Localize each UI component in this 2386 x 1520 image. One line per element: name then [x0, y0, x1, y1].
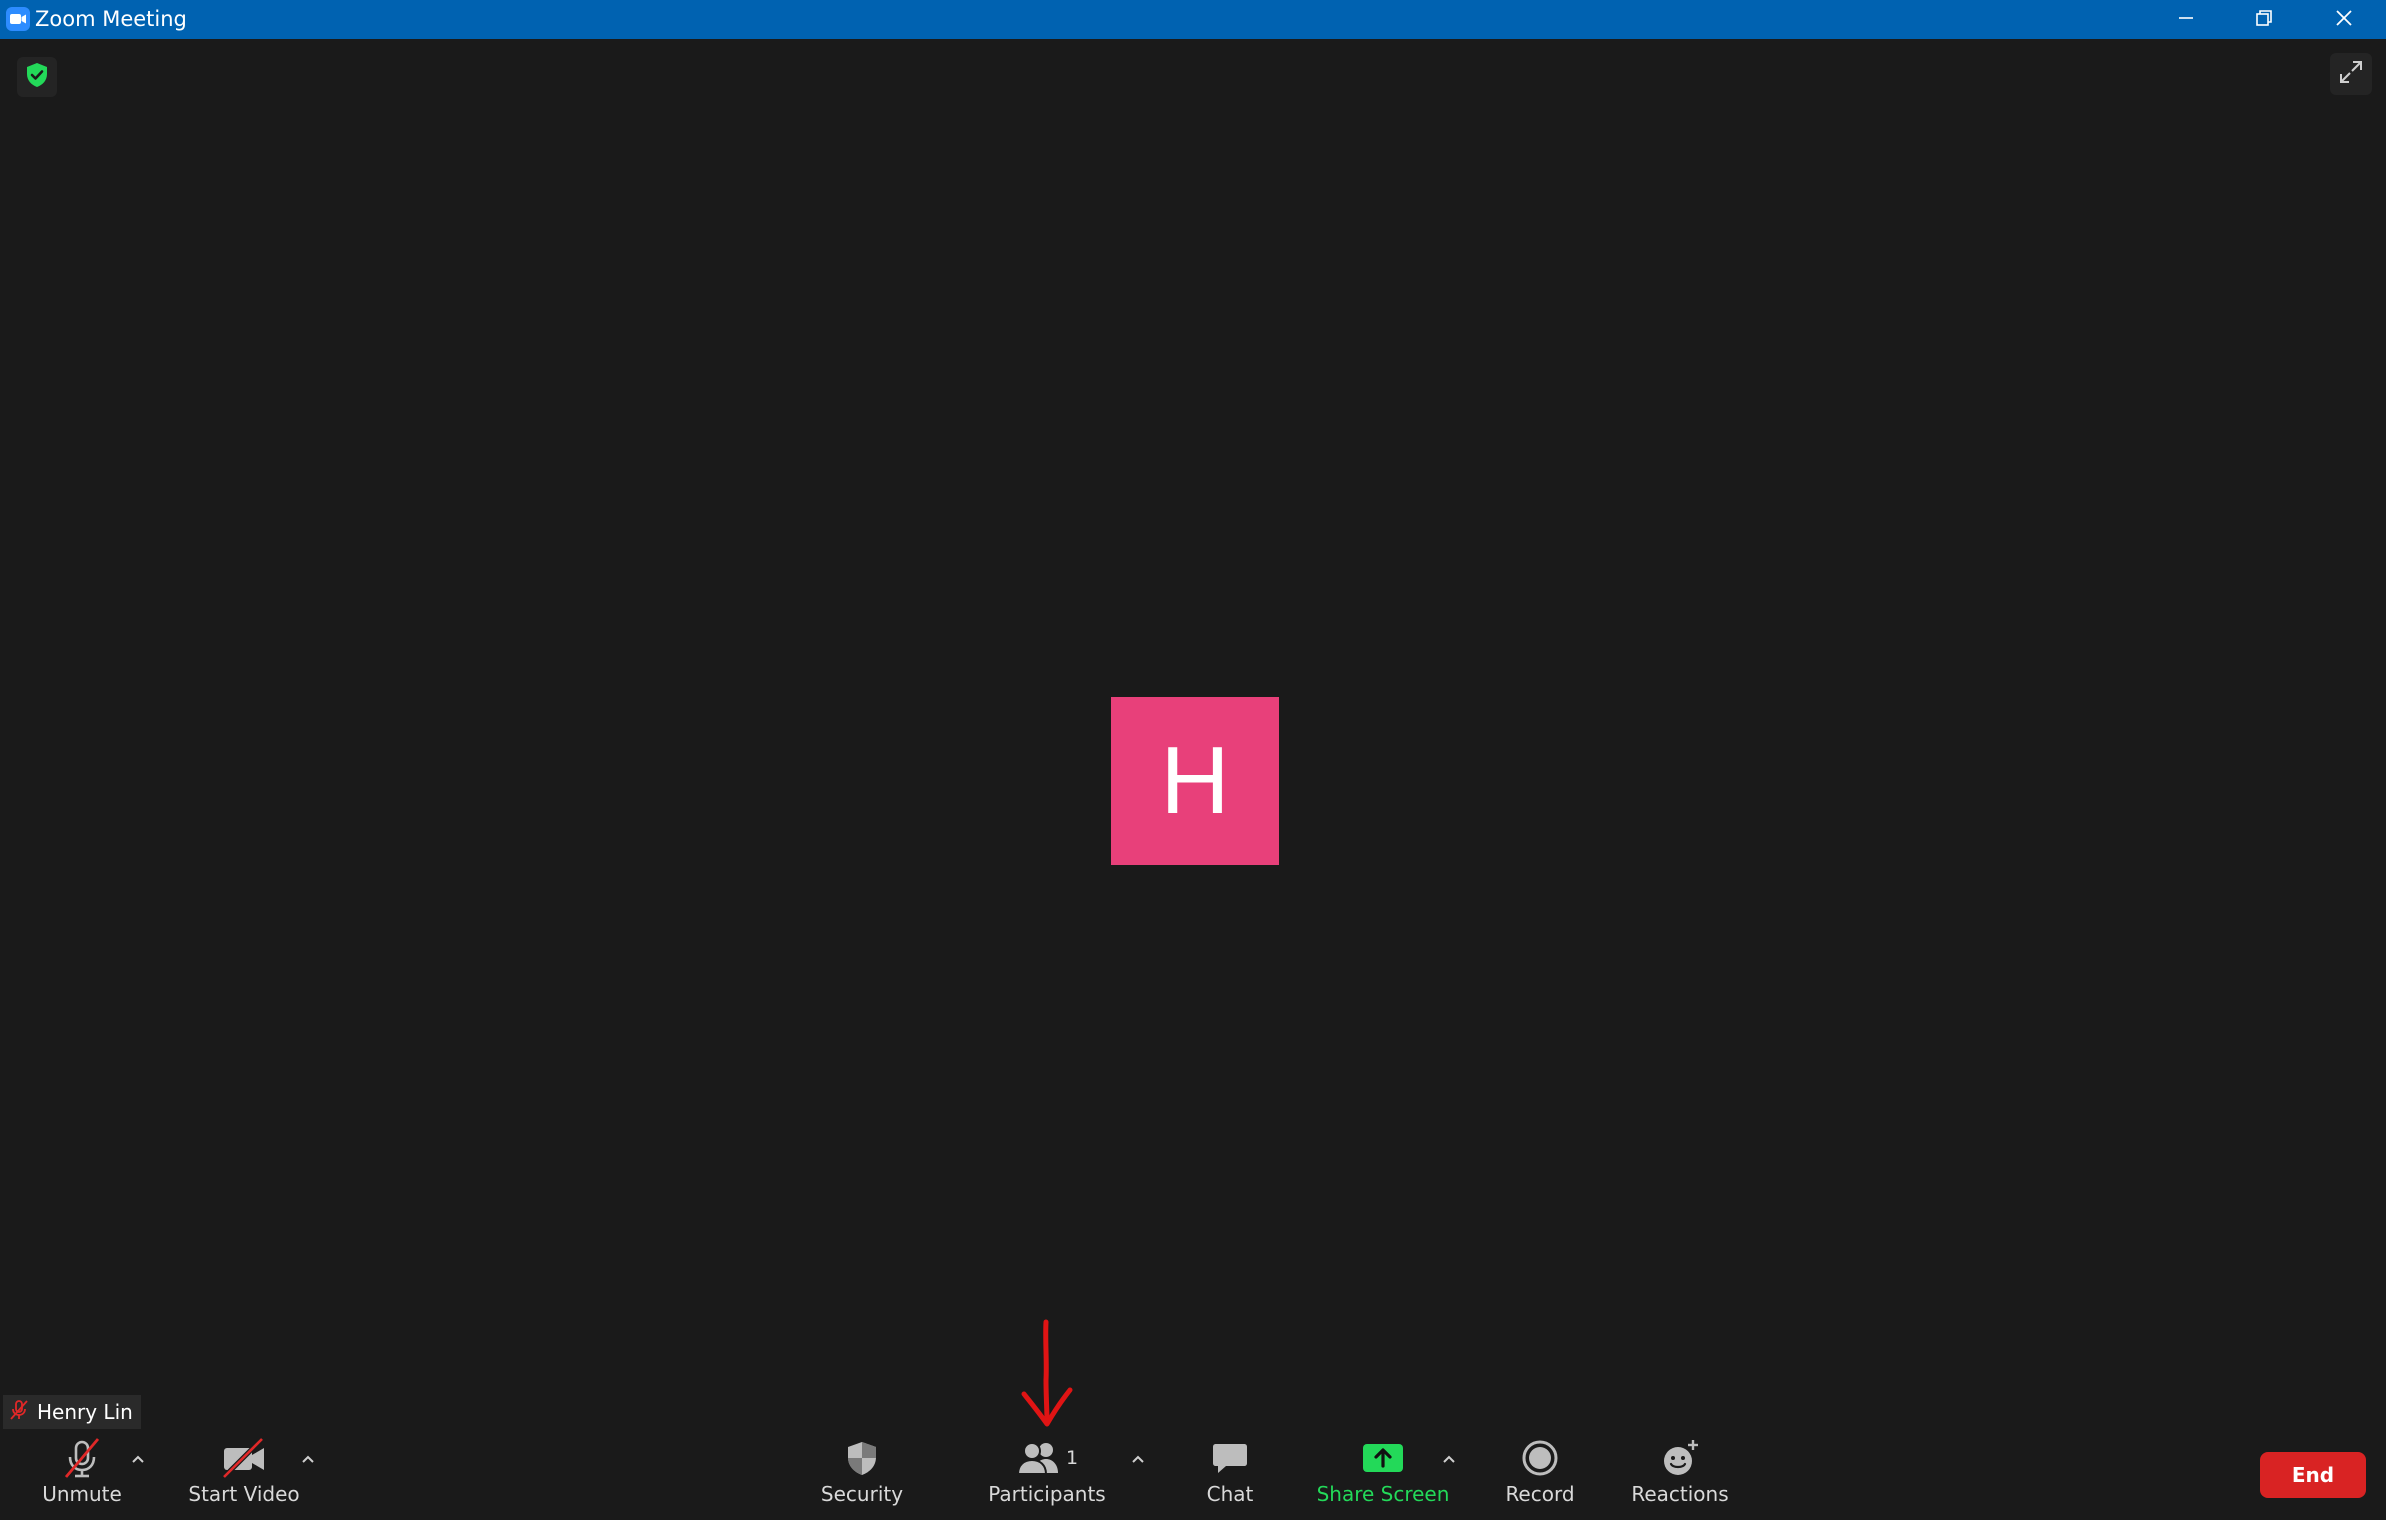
emoji-add-icon [1658, 1436, 1702, 1480]
record-button[interactable]: Record [1492, 1436, 1588, 1516]
minimize-button[interactable] [2146, 0, 2226, 39]
close-button[interactable] [2304, 0, 2384, 39]
share-screen-label: Share Screen [1316, 1482, 1450, 1506]
red-arrow-down-icon [1012, 1318, 1080, 1430]
participant-name: Henry Lin [37, 1400, 133, 1424]
security-button[interactable]: Security [812, 1436, 912, 1516]
unmute-label: Unmute [42, 1482, 122, 1506]
minimize-icon [2176, 8, 2196, 32]
participant-name-tag: Henry Lin [3, 1395, 141, 1429]
participants-icon: 1 [1016, 1436, 1078, 1480]
chevron-up-icon [1442, 1449, 1456, 1468]
fullscreen-button[interactable] [2330, 53, 2372, 95]
start-video-button[interactable]: Start Video [180, 1436, 308, 1516]
title-bar: Zoom Meeting [0, 0, 2386, 39]
chat-button[interactable]: Chat [1182, 1436, 1278, 1516]
chat-bubble-icon [1210, 1436, 1250, 1480]
participants-count: 1 [1065, 1447, 1079, 1469]
share-screen-options-button[interactable] [1437, 1446, 1461, 1470]
zoom-logo-icon [6, 7, 30, 31]
video-off-icon [220, 1436, 268, 1480]
chevron-up-icon [1131, 1449, 1145, 1468]
participants-label: Participants [988, 1482, 1106, 1506]
window-title: Zoom Meeting [35, 7, 187, 31]
expand-icon [2338, 59, 2364, 89]
mic-muted-icon [60, 1436, 104, 1480]
reactions-label: Reactions [1631, 1482, 1729, 1506]
shield-check-icon [25, 62, 49, 92]
audio-options-button[interactable] [126, 1446, 150, 1470]
security-label: Security [820, 1482, 904, 1506]
encryption-indicator[interactable] [17, 57, 57, 97]
start-video-label: Start Video [188, 1482, 300, 1506]
participant-avatar: H [1111, 697, 1279, 865]
restore-icon [2254, 8, 2274, 32]
restore-button[interactable] [2224, 0, 2304, 39]
shield-icon [842, 1436, 882, 1480]
record-icon [1520, 1436, 1560, 1480]
participants-button[interactable]: 1 Participants [978, 1436, 1116, 1516]
end-meeting-button[interactable]: End [2260, 1452, 2366, 1498]
close-icon [2334, 8, 2354, 32]
meeting-area: H [0, 39, 2386, 1520]
chevron-up-icon [131, 1449, 145, 1468]
unmute-button[interactable]: Unmute [32, 1436, 132, 1516]
mic-off-icon [9, 1399, 29, 1425]
participants-options-button[interactable] [1126, 1446, 1150, 1470]
video-options-button[interactable] [296, 1446, 320, 1470]
avatar-initial: H [1160, 727, 1230, 834]
chat-label: Chat [1206, 1482, 1254, 1506]
record-label: Record [1505, 1482, 1575, 1506]
reactions-button[interactable]: Reactions [1626, 1436, 1734, 1516]
share-screen-button[interactable]: Share Screen [1316, 1436, 1450, 1516]
chevron-up-icon [301, 1449, 315, 1468]
share-screen-icon [1361, 1436, 1405, 1480]
